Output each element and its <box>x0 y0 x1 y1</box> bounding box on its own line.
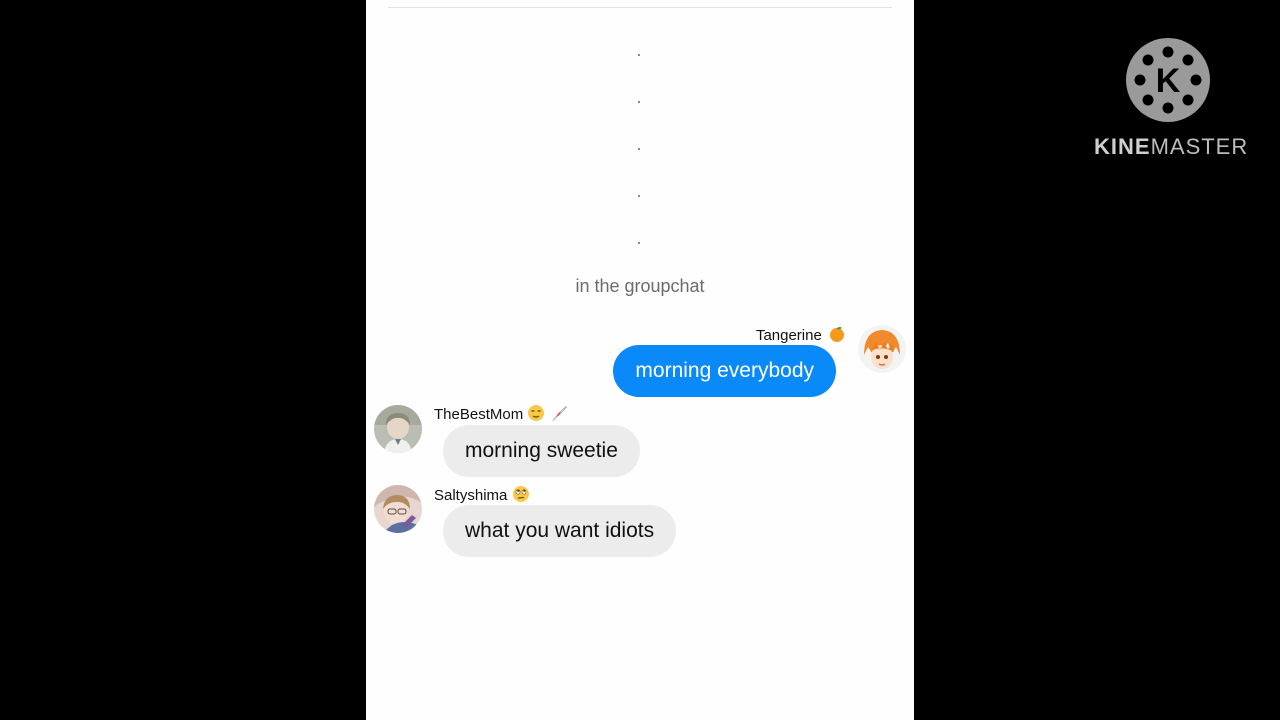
message-bubble-incoming[interactable]: morning sweetie <box>443 425 640 477</box>
avatar-thebestmom[interactable] <box>374 405 422 453</box>
kinemaster-watermark: K KINEMASTER <box>1094 36 1247 166</box>
system-message: in the groupchat <box>575 276 705 296</box>
avatar-tangerine[interactable] <box>858 325 906 373</box>
kinemaster-brand-text: KINEMASTER <box>1094 134 1247 160</box>
brand-part-kine: KINE <box>1094 134 1151 159</box>
ellipsis-dot: . <box>638 148 641 151</box>
ellipsis-dot: . <box>638 54 641 57</box>
top-divider <box>388 7 892 8</box>
relieved-face-icon <box>528 405 545 421</box>
brand-part-master: MASTER <box>1150 134 1249 159</box>
ellipsis-dot: . <box>638 195 641 198</box>
avatar-saltyshima[interactable] <box>374 485 422 533</box>
kinemaster-logo-letter: K <box>1156 62 1181 100</box>
syringe-icon <box>552 406 567 421</box>
message-bubble-incoming[interactable]: what you want idiots <box>443 505 677 557</box>
sender-name-saltyshima: Saltyshima <box>434 485 530 504</box>
ellipsis-dot: . <box>638 101 641 104</box>
kinemaster-logo-icon: K <box>1126 38 1210 122</box>
sender-name-text: TheBestMom <box>434 406 524 423</box>
sender-name-tangerine: Tangerine <box>756 325 846 344</box>
chat-screen: . . . . . in the groupchat Tangerine mor… <box>366 0 914 720</box>
tangerine-icon <box>830 327 844 342</box>
sender-name-thebestmom: TheBestMom <box>434 404 569 423</box>
eye-roll-face-icon <box>512 486 529 502</box>
sender-name-text: Tangerine <box>755 327 822 344</box>
ellipsis-dot: . <box>638 242 641 245</box>
message-bubble-outgoing[interactable]: morning everybody <box>613 345 836 397</box>
sender-name-text: Saltyshima <box>434 487 508 504</box>
